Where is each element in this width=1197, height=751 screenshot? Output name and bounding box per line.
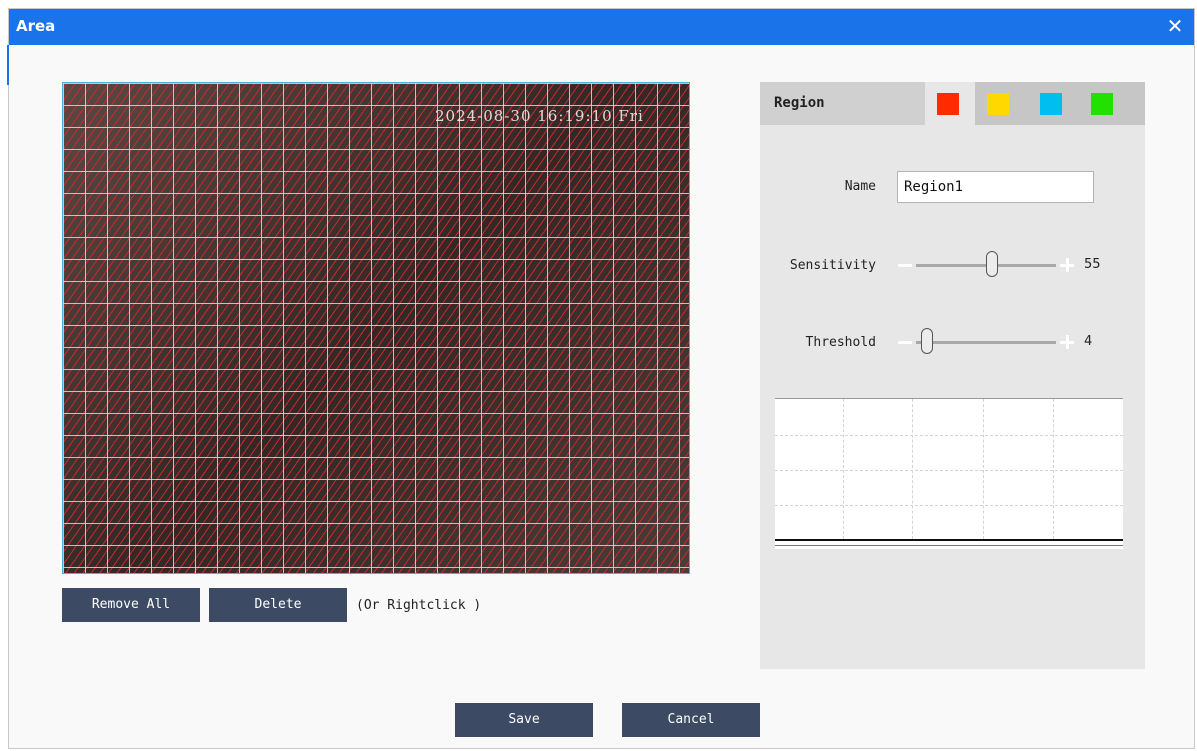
region-color-tab-yellow[interactable]: [975, 82, 1025, 125]
red-swatch: [937, 93, 959, 115]
rightclick-hint: (Or Rightclick ): [356, 598, 482, 613]
sensitivity-slider[interactable]: 55: [898, 250, 1108, 280]
region-tab-label: Region: [760, 82, 925, 125]
name-label: Name: [844, 179, 876, 194]
cyan-swatch: [1040, 93, 1062, 115]
yellow-swatch: [987, 93, 1009, 115]
remove-all-button[interactable]: Remove All: [62, 588, 200, 622]
decrease-icon[interactable]: [898, 341, 912, 344]
sensitivity-value: 55: [1084, 257, 1101, 272]
osd-timestamp: 2024-08-30 16:19:10 Fri: [435, 107, 644, 125]
close-icon[interactable]: ✕: [1164, 15, 1186, 37]
dialog-title: Area: [16, 17, 56, 35]
cancel-button[interactable]: Cancel: [622, 703, 760, 737]
motion-activity-graph: [775, 398, 1123, 549]
graph-gridline: [775, 505, 1123, 506]
region-name-input[interactable]: [897, 171, 1094, 203]
decrease-icon[interactable]: [898, 264, 912, 267]
delete-button[interactable]: Delete: [209, 588, 347, 622]
region-settings-panel: Region Name Sensitivity 55 Thres: [760, 82, 1145, 669]
graph-gridline: [912, 399, 913, 539]
slider-thumb[interactable]: [921, 328, 934, 354]
graph-gridline: [775, 435, 1123, 436]
region-color-tab-green[interactable]: [1079, 82, 1129, 125]
region-color-tab-red[interactable]: [925, 82, 975, 125]
sensitivity-label: Sensitivity: [789, 258, 876, 273]
threshold-slider[interactable]: 4: [898, 327, 1108, 357]
region-color-tab-cyan[interactable]: [1028, 82, 1078, 125]
slider-track[interactable]: [916, 341, 1056, 344]
graph-activity-line: [775, 539, 1123, 541]
graph-gridline: [983, 399, 984, 539]
increase-icon[interactable]: [1060, 335, 1074, 349]
threshold-value: 4: [1084, 334, 1093, 349]
window-edge: [7, 45, 9, 85]
graph-threshold-line: [775, 545, 1123, 546]
region-label: Region: [774, 95, 825, 111]
title-bar: Area ✕: [9, 9, 1194, 45]
save-button[interactable]: Save: [455, 703, 593, 737]
green-swatch: [1091, 93, 1113, 115]
increase-icon[interactable]: [1060, 258, 1074, 272]
graph-gridline: [775, 470, 1123, 471]
graph-gridline: [1053, 399, 1054, 539]
graph-gridline: [843, 399, 844, 539]
threshold-label: Threshold: [805, 335, 876, 350]
area-dialog: Area ✕ 2024-08-30 16:19:10 Fri Remove Al…: [7, 8, 1195, 749]
video-area-grid[interactable]: 2024-08-30 16:19:10 Fri: [62, 82, 690, 574]
slider-thumb[interactable]: [986, 251, 999, 277]
region-tab-bar: Region: [760, 82, 1145, 125]
